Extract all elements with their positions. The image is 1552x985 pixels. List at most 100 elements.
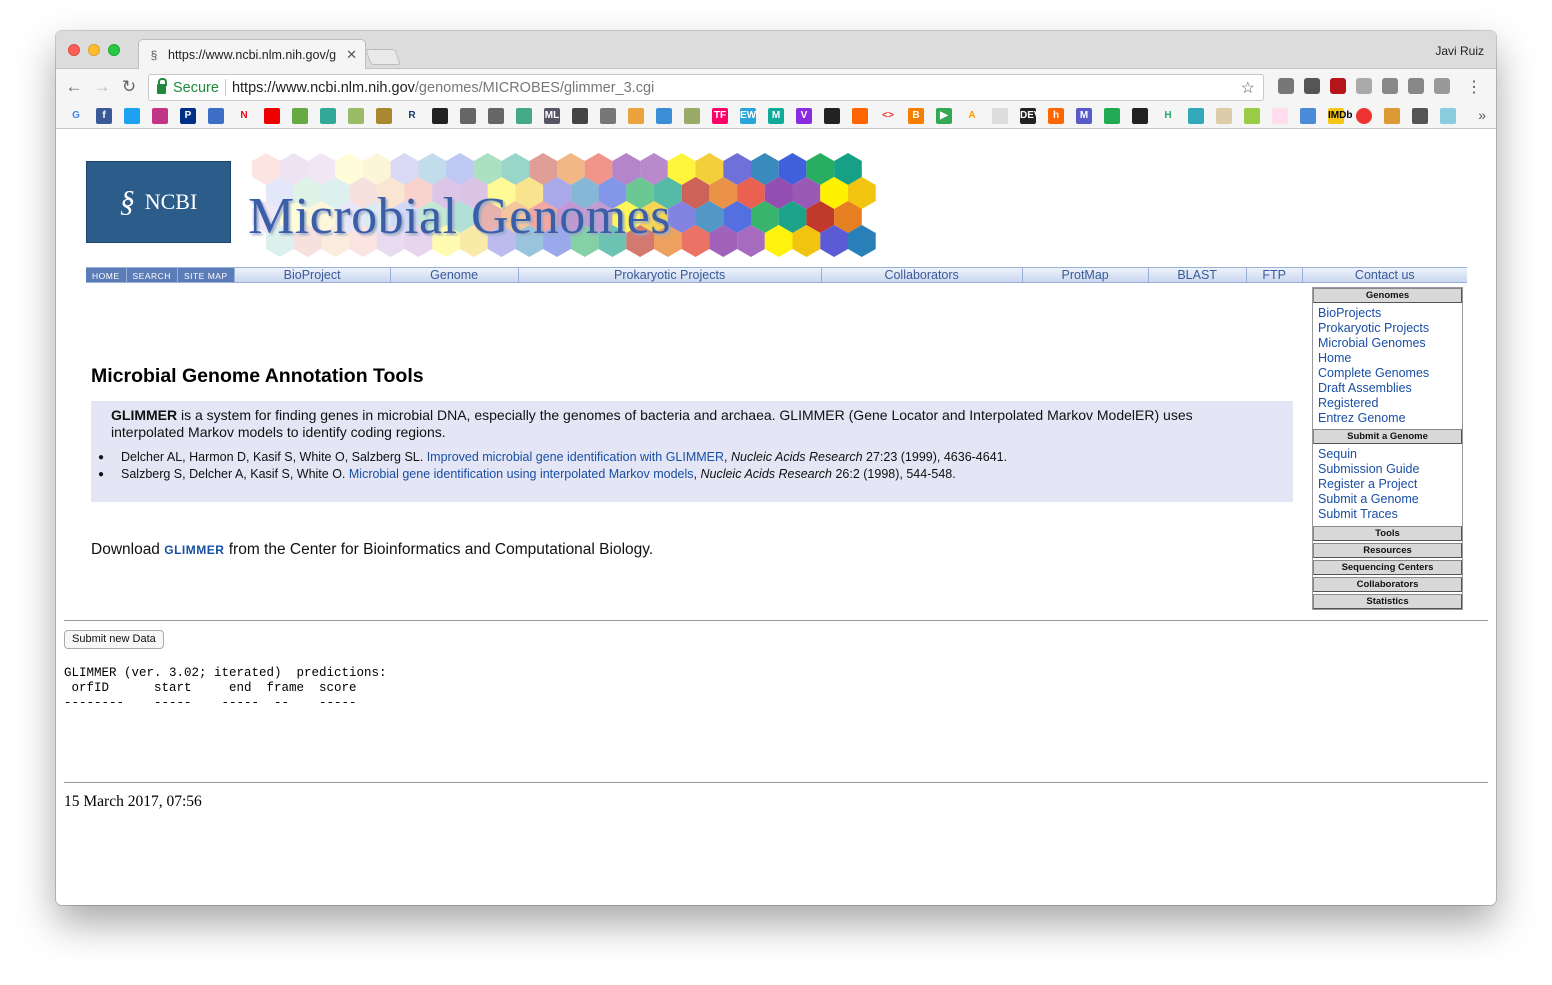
- browser-tab[interactable]: § https://www.ncbi.nlm.nih.gov/g ✕: [138, 39, 366, 70]
- maximize-window-button[interactable]: [108, 44, 120, 56]
- apple-bookmark-icon-2[interactable]: [488, 108, 504, 124]
- glimmer-download-link[interactable]: GLIMMER: [164, 543, 224, 557]
- bookmark-icon-23[interactable]: [684, 108, 700, 124]
- sidebar-link-register-project[interactable]: Register a Project: [1318, 477, 1457, 492]
- blogger-bookmark-icon[interactable]: B: [908, 108, 924, 124]
- bookmark-icon-42[interactable]: [1216, 108, 1232, 124]
- instagram-bookmark-icon[interactable]: [152, 108, 168, 124]
- sidebar-link-sequin[interactable]: Sequin: [1318, 447, 1457, 462]
- bookmark-icon-41[interactable]: [1188, 108, 1204, 124]
- mail-bookmark-icon[interactable]: [208, 108, 224, 124]
- paypal-bookmark-icon[interactable]: P: [180, 108, 196, 124]
- nav-collaborators[interactable]: Collaborators: [822, 268, 1023, 282]
- pocket-icon[interactable]: [1304, 78, 1320, 94]
- ncbi-logo[interactable]: § NCBI: [86, 161, 231, 243]
- close-window-button[interactable]: [68, 44, 80, 56]
- close-tab-icon[interactable]: ✕: [346, 47, 357, 63]
- bookmark-icon-44[interactable]: [1272, 108, 1288, 124]
- sidebar-heading-collaborators[interactable]: Collaborators: [1313, 577, 1462, 592]
- bookmark-icon-48[interactable]: [1384, 108, 1400, 124]
- bookmark-icon-39[interactable]: [1132, 108, 1148, 124]
- reload-icon[interactable]: ↻: [119, 77, 139, 97]
- r-bookmark-icon[interactable]: R: [404, 108, 420, 124]
- sidebar-link-microbial-genomes[interactable]: Microbial Genomes: [1318, 336, 1457, 351]
- youtube-bookmark-icon[interactable]: [264, 108, 280, 124]
- bookmark-icon-27[interactable]: V: [796, 108, 812, 124]
- sidebar-link-submission-guide[interactable]: Submission Guide: [1318, 462, 1457, 477]
- bookmark-icon-50[interactable]: [1440, 108, 1456, 124]
- nav-genome[interactable]: Genome: [391, 268, 519, 282]
- medium-icon[interactable]: [1434, 78, 1450, 94]
- bookmark-icon-22[interactable]: [656, 108, 672, 124]
- screenshot-icon[interactable]: [1408, 78, 1424, 94]
- code-bookmark-icon[interactable]: <>: [880, 108, 896, 124]
- tomato-bookmark-icon[interactable]: [1356, 108, 1372, 124]
- sidebar-link-bioprojects[interactable]: BioProjects: [1318, 306, 1457, 321]
- sidebar-link-submit-genome[interactable]: Submit a Genome: [1318, 492, 1457, 507]
- play-bookmark-icon[interactable]: ▶: [936, 108, 952, 124]
- facebook-bookmark-icon[interactable]: f: [96, 108, 112, 124]
- bookmark-icon-11[interactable]: [348, 108, 364, 124]
- bookmark-icon-17[interactable]: [516, 108, 532, 124]
- nav-ftp[interactable]: FTP: [1247, 268, 1303, 282]
- sidebar-heading-sequencing-centers[interactable]: Sequencing Centers: [1313, 560, 1462, 575]
- sidebar-link-submit-traces[interactable]: Submit Traces: [1318, 507, 1457, 522]
- sidebar-link-draft-assemblies[interactable]: Draft Assemblies: [1318, 381, 1457, 396]
- bookmark-icon-19[interactable]: [572, 108, 588, 124]
- shield-bookmark-icon[interactable]: [376, 108, 392, 124]
- bookmark-icon-9[interactable]: [292, 108, 308, 124]
- a-bookmark-icon[interactable]: A: [964, 108, 980, 124]
- h-bookmark-icon-2[interactable]: H: [1160, 108, 1176, 124]
- twitter-bookmark-icon[interactable]: [124, 108, 140, 124]
- bookmark-icon-20[interactable]: [600, 108, 616, 124]
- profile-name[interactable]: Javi Ruiz: [1435, 44, 1484, 58]
- sidebar-link-entrez-genome[interactable]: Entrez Genome: [1318, 411, 1457, 426]
- sidebar-heading-genomes[interactable]: Genomes: [1313, 288, 1462, 303]
- nav-blast[interactable]: BLAST: [1149, 268, 1247, 282]
- bookmark-icon-45[interactable]: [1300, 108, 1316, 124]
- nav-prokaryotic-projects[interactable]: Prokaryotic Projects: [519, 268, 822, 282]
- nav-sitemap-link[interactable]: SITE MAP: [178, 268, 235, 282]
- address-bar[interactable]: Secure https://www.ncbi.nlm.nih.gov /gen…: [148, 74, 1264, 101]
- h-bookmark-icon[interactable]: h: [1048, 108, 1064, 124]
- cast-icon[interactable]: [1278, 78, 1294, 94]
- bookmark-icon-38[interactable]: [1104, 108, 1120, 124]
- forward-arrow-icon[interactable]: →: [92, 77, 112, 97]
- back-arrow-icon[interactable]: ←: [64, 77, 84, 97]
- submit-new-data-button[interactable]: Submit new Data: [64, 630, 164, 649]
- sidebar-heading-tools[interactable]: Tools: [1313, 526, 1462, 541]
- more-bookmarks-icon[interactable]: »: [1478, 107, 1486, 123]
- document-bookmark-icon[interactable]: [992, 108, 1008, 124]
- dev-bookmark-icon[interactable]: DEV: [1020, 108, 1041, 124]
- tf-bookmark-icon[interactable]: TF: [712, 108, 728, 124]
- bookmark-icon-26[interactable]: M: [768, 108, 784, 124]
- nav-bioproject[interactable]: BioProject: [235, 268, 391, 282]
- ew-bookmark-icon[interactable]: EW: [740, 108, 756, 124]
- bookmark-star-icon[interactable]: ☆: [1241, 78, 1255, 98]
- minimize-window-button[interactable]: [88, 44, 100, 56]
- camera-icon[interactable]: [1382, 78, 1398, 94]
- imdb-bookmark-icon[interactable]: IMDb: [1328, 108, 1352, 124]
- reference-link[interactable]: Improved microbial gene identification w…: [427, 450, 724, 464]
- sidebar-link-home[interactable]: Home: [1318, 351, 1457, 366]
- cloud-icon[interactable]: [1356, 78, 1372, 94]
- browser-menu-icon[interactable]: ⋮: [1466, 77, 1482, 97]
- bookmark-icon-21[interactable]: [628, 108, 644, 124]
- nav-protmap[interactable]: ProtMap: [1023, 268, 1149, 282]
- bookmark-icon-14[interactable]: [432, 108, 448, 124]
- nav-contact-us[interactable]: Contact us: [1303, 268, 1467, 282]
- reference-link[interactable]: Microbial gene identification using inte…: [349, 467, 694, 481]
- sidebar-heading-resources[interactable]: Resources: [1313, 543, 1462, 558]
- m-bookmark-icon[interactable]: M: [1076, 108, 1092, 124]
- nav-home-link[interactable]: HOME: [86, 268, 127, 282]
- google-bookmark-icon[interactable]: G: [68, 108, 84, 124]
- sidebar-heading-statistics[interactable]: Statistics: [1313, 594, 1462, 609]
- ml-bookmark-icon[interactable]: ML: [544, 108, 560, 124]
- sidebar-link-prokaryotic-projects[interactable]: Prokaryotic Projects: [1318, 321, 1457, 336]
- apple-bookmark-icon[interactable]: [460, 108, 476, 124]
- bookmark-icon-49[interactable]: [1412, 108, 1428, 124]
- bookmark-icon-28[interactable]: [824, 108, 840, 124]
- sidebar-heading-submit-genome[interactable]: Submit a Genome: [1313, 429, 1462, 444]
- netflix-bookmark-icon[interactable]: N: [236, 108, 252, 124]
- ars-bookmark-icon[interactable]: [852, 108, 868, 124]
